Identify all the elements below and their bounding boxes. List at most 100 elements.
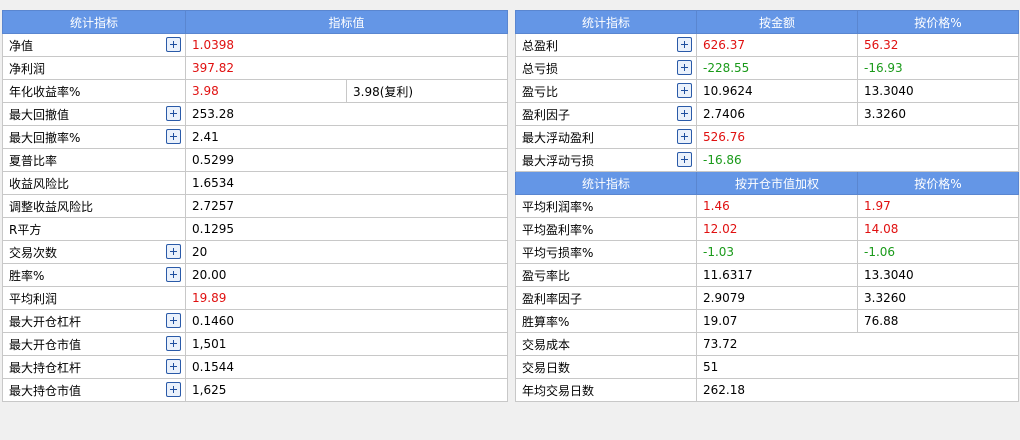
row-label: 净利润 xyxy=(2,56,186,80)
row-label: 最大浮动亏损 xyxy=(515,148,697,172)
left-stats-table: 统计指标 指标值 净值 1.0398 净利润 397.82 年化收益率% 3.98 3.98… xyxy=(2,10,509,402)
row-label: 平均亏损率% xyxy=(515,240,697,264)
row-value-secondary: 13.3040 xyxy=(857,79,1019,103)
table-row: 胜算率% 19.07 76.88 xyxy=(515,309,1019,333)
row-label: 交易日数 xyxy=(515,355,697,379)
row-label-text: 交易日数 xyxy=(522,360,571,375)
row-label: 平均利润 xyxy=(2,286,186,310)
row-label-text: 盈利率因子 xyxy=(522,291,583,306)
expand-plus-icon[interactable] xyxy=(166,244,181,259)
row-value: 11.6317 xyxy=(696,263,858,287)
row-label-text: 最大浮动亏损 xyxy=(522,153,595,168)
table-row: 最大浮动盈利 526.76 xyxy=(515,125,1019,149)
expand-plus-icon[interactable] xyxy=(166,106,181,121)
table-row: 最大回撤值 253.28 xyxy=(2,102,509,126)
row-label: 净值 xyxy=(2,33,186,57)
row-label: 年化收益率% xyxy=(2,79,186,103)
expand-plus-icon[interactable] xyxy=(166,382,181,397)
row-value: -16.86 xyxy=(696,148,1019,172)
right-header-amount: 按金额 xyxy=(696,10,858,34)
row-label: R平方 xyxy=(2,217,186,241)
row-label: 总盈利 xyxy=(515,33,697,57)
row-label: 最大回撤率% xyxy=(2,125,186,149)
row-value-secondary: -16.93 xyxy=(857,56,1019,80)
row-value: 1,625 xyxy=(184,378,509,402)
row-label-text: 平均盈利率% xyxy=(522,222,594,237)
table-row: 年均交易日数 262.18 xyxy=(515,378,1019,402)
row-label-text: 平均利润 xyxy=(9,291,58,306)
expand-plus-icon[interactable] xyxy=(677,152,692,167)
row-value: 20 xyxy=(184,240,509,264)
row-value-secondary: 14.08 xyxy=(857,217,1019,241)
row-label-text: 总盈利 xyxy=(522,38,559,53)
row-label-text: 胜算率% xyxy=(522,314,570,329)
row-value: 10.9624 xyxy=(696,79,858,103)
row-value-secondary: 3.3260 xyxy=(857,102,1019,126)
row-value: 2.9079 xyxy=(696,286,858,310)
row-value: 0.1544 xyxy=(184,355,509,379)
expand-plus-icon[interactable] xyxy=(166,336,181,351)
row-label: 收益风险比 xyxy=(2,171,186,195)
table-row: 平均利润 19.89 xyxy=(2,286,509,310)
row-label-text: 交易成本 xyxy=(522,337,571,352)
row-label-text: 盈利因子 xyxy=(522,107,571,122)
row-value: 1.6534 xyxy=(184,171,509,195)
row-value: 51 xyxy=(696,355,1019,379)
row-label: 最大持仓杠杆 xyxy=(2,355,186,379)
expand-plus-icon[interactable] xyxy=(677,83,692,98)
row-label-text: 最大回撤率% xyxy=(9,130,81,145)
row-value: 1.0398 xyxy=(184,33,509,57)
row-value-secondary: 76.88 xyxy=(857,309,1019,333)
row-value: 2.7406 xyxy=(696,102,858,126)
row-value: 0.1460 xyxy=(184,309,509,333)
expand-plus-icon[interactable] xyxy=(677,37,692,52)
table-row: 最大持仓杠杆 0.1544 xyxy=(2,355,509,379)
row-label-text: 平均利润率% xyxy=(522,199,594,214)
row-label-text: 最大持仓杠杆 xyxy=(9,360,82,375)
expand-plus-icon[interactable] xyxy=(677,106,692,121)
row-value-secondary: 3.98(复利) xyxy=(345,79,509,103)
row-value: 526.76 xyxy=(696,125,1019,149)
row-label: 最大开仓杠杆 xyxy=(2,309,186,333)
expand-plus-icon[interactable] xyxy=(166,313,181,328)
row-label-text: 盈亏率比 xyxy=(522,268,571,283)
row-value: -228.55 xyxy=(696,56,858,80)
row-value: 73.72 xyxy=(696,332,1019,356)
row-label: 平均盈利率% xyxy=(515,217,697,241)
right-stats-table: 统计指标 按金额 按价格% 总盈利 626.37 56.32 总亏损 -228.55 -1… xyxy=(515,10,1019,402)
table-row: 最大持仓市值 1,625 xyxy=(2,378,509,402)
row-label-text: 最大开仓市值 xyxy=(9,337,82,352)
expand-plus-icon[interactable] xyxy=(166,37,181,52)
row-label: 最大持仓市值 xyxy=(2,378,186,402)
row-value: 12.02 xyxy=(696,217,858,241)
row-label: 盈亏率比 xyxy=(515,263,697,287)
row-value: -1.03 xyxy=(696,240,858,264)
row-value: 2.41 xyxy=(184,125,509,149)
table-row: 最大开仓杠杆 0.1460 xyxy=(2,309,509,333)
row-value: 262.18 xyxy=(696,378,1019,402)
row-label: 交易次数 xyxy=(2,240,186,264)
row-value-secondary: -1.06 xyxy=(857,240,1019,264)
row-label: 盈利率因子 xyxy=(515,286,697,310)
row-label-text: 夏普比率 xyxy=(9,153,58,168)
row-label: 胜算率% xyxy=(515,309,697,333)
right-subheader-row: 统计指标 按开仓市值加权 按价格% xyxy=(515,171,1019,195)
table-row: 最大回撤率% 2.41 xyxy=(2,125,509,149)
row-value: 19.89 xyxy=(184,286,509,310)
table-row: R平方 0.1295 xyxy=(2,217,509,241)
expand-plus-icon[interactable] xyxy=(677,60,692,75)
table-row: 最大浮动亏损 -16.86 xyxy=(515,148,1019,172)
table-row: 胜率% 20.00 xyxy=(2,263,509,287)
expand-plus-icon[interactable] xyxy=(166,129,181,144)
expand-plus-icon[interactable] xyxy=(166,359,181,374)
expand-plus-icon[interactable] xyxy=(166,267,181,282)
row-label: 年均交易日数 xyxy=(515,378,697,402)
table-row: 净值 1.0398 xyxy=(2,33,509,57)
row-value: 19.07 xyxy=(696,309,858,333)
right-header-row: 统计指标 按金额 按价格% xyxy=(515,10,1019,34)
row-label-text: 最大浮动盈利 xyxy=(522,130,595,145)
row-label-text: 最大持仓市值 xyxy=(9,383,82,398)
row-label: 最大浮动盈利 xyxy=(515,125,697,149)
row-value: 1,501 xyxy=(184,332,509,356)
expand-plus-icon[interactable] xyxy=(677,129,692,144)
